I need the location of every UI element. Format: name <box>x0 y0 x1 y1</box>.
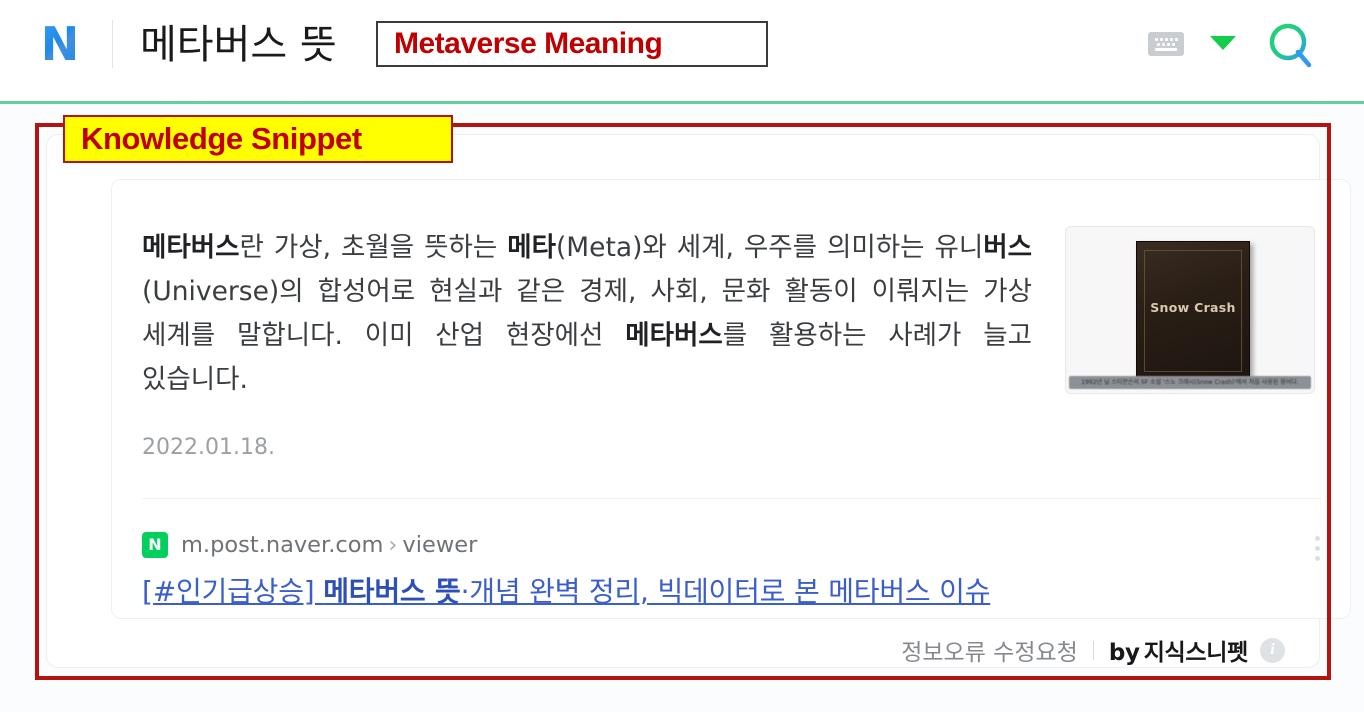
emphasized-term: 메타 <box>507 232 556 263</box>
snippet-description: 메타버스란 가상, 초월을 뜻하는 메타(Meta)와 세계, 우주를 의미하는… <box>142 226 1032 402</box>
annotation-knowledge-snippet-label: Knowledge Snippet <box>81 121 362 156</box>
naver-favicon-icon: N <box>142 532 168 558</box>
snippet-date: 2022.01.18. <box>142 435 275 460</box>
annotation-knowledge-snippet: Knowledge Snippet <box>63 115 453 163</box>
annotation-metaverse-meaning-label: Metaverse Meaning <box>394 27 663 60</box>
knowledge-snippet-content: 메타버스란 가상, 초월을 뜻하는 메타(Meta)와 세계, 우주를 의미하는… <box>111 179 1351 619</box>
snow-crash-book-thumbnail[interactable]: Snow Crash 1992년 닐 스티븐슨의 SF 소설 '스노 크래시(S… <box>1065 226 1315 394</box>
keyboard-icon-row <box>1155 47 1177 51</box>
search-query-text[interactable]: 메타버스 뜻 <box>140 12 337 70</box>
knowledge-snippet-card: 메타버스란 가상, 초월을 뜻하는 메타(Meta)와 세계, 우주를 의미하는… <box>46 134 1351 669</box>
book-cover: Snow Crash <box>1136 241 1250 381</box>
snippet-brand-name: 지식스니펫 <box>1143 640 1249 666</box>
text-run: [#인기급상승] <box>142 575 324 608</box>
results-area: 메타버스란 가상, 초월을 뜻하는 메타(Meta)와 세계, 우주를 의미하는… <box>0 104 1364 712</box>
text-run: ·개념 완벽 정리, 빅데이터로 본 메타버스 이슈 <box>460 575 991 608</box>
footer-separator <box>1092 640 1094 660</box>
naver-logo[interactable]: N <box>33 18 85 70</box>
emphasized-term: 메타버스 <box>142 232 240 263</box>
report-error-link[interactable]: 정보오류 수정요청 <box>901 633 1078 667</box>
thumbnail-caption: 1992년 닐 스티븐슨의 SF 소설 '스노 크래시(Snow Crash)'… <box>1069 376 1311 389</box>
chevron-down-icon[interactable] <box>1210 36 1236 50</box>
snippet-brand-prefix: by <box>1108 640 1140 666</box>
keyboard-icon-row <box>1154 37 1178 41</box>
book-cover-title: Snow Crash <box>1150 300 1236 315</box>
source-url[interactable]: m.post.naver.com › viewer <box>181 532 477 558</box>
header-divider <box>112 20 113 68</box>
source-domain: m.post.naver.com <box>181 532 384 558</box>
text-run: (Meta)와 세계, 우주를 의미하는 유니 <box>555 232 984 263</box>
keyboard-icon[interactable] <box>1148 32 1184 56</box>
source-path: viewer <box>402 532 478 558</box>
snippet-footer: 정보오류 수정요청 by 지식스니펫 i <box>47 631 1319 669</box>
keyboard-icon-row <box>1157 42 1175 46</box>
info-icon[interactable]: i <box>1260 637 1285 663</box>
emphasized-term: 버스 <box>983 232 1032 263</box>
emphasized-term: 메타버스 <box>625 320 723 351</box>
search-icon[interactable] <box>1262 18 1318 74</box>
snippet-divider <box>142 498 1322 499</box>
result-title-link[interactable]: [#인기급상승] 메타버스 뜻·개념 완벽 정리, 빅데이터로 본 메타버스 이… <box>142 570 990 610</box>
kebab-menu-icon[interactable] <box>1315 536 1320 561</box>
snippet-brand: by 지식스니펫 <box>1109 633 1248 667</box>
annotation-metaverse-meaning: Metaverse Meaning <box>376 21 768 67</box>
source-row[interactable]: N m.post.naver.com › viewer <box>142 532 477 558</box>
source-path-separator: › <box>388 532 398 558</box>
text-run: 란 가상, 초월을 뜻하는 <box>239 232 508 263</box>
search-header: N 메타버스 뜻 Metaverse Meaning <box>0 0 1364 104</box>
emphasized-term: 메타버스 뜻 <box>323 575 461 608</box>
